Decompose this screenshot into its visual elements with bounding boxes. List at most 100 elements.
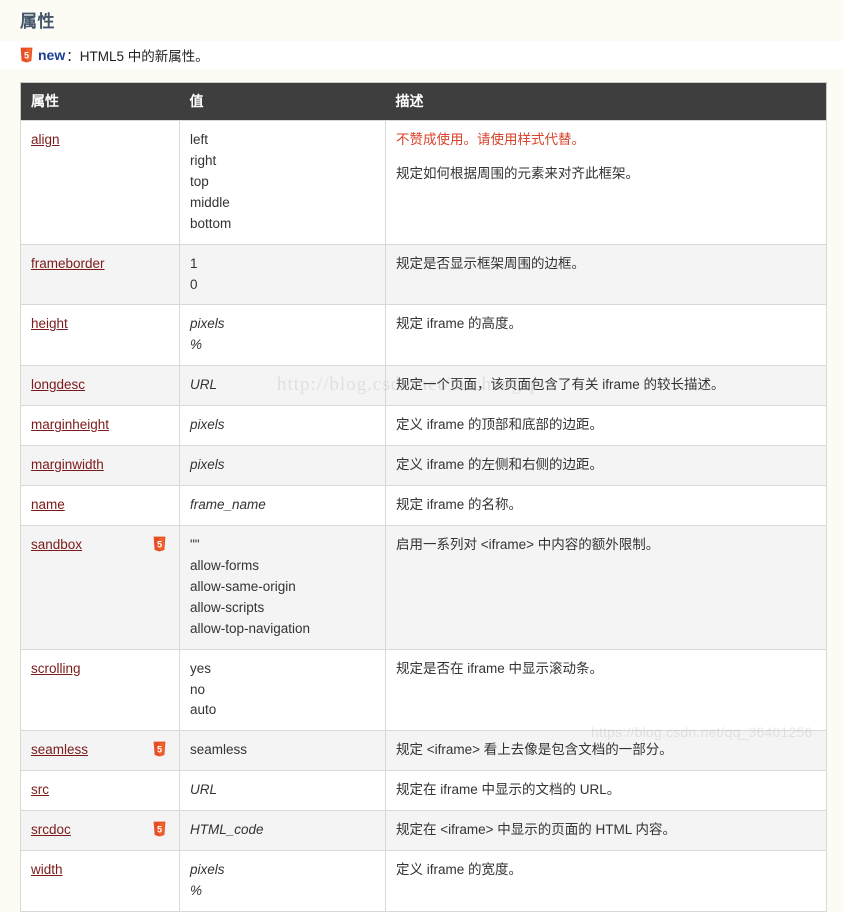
description-text: 定义 iframe 的左侧和右侧的边距。 [396,457,604,473]
table-row: srcdoc 5 HTML_code 规定在 <iframe> 中显示的页面的 HTM… [20,810,827,852]
svg-text:5: 5 [157,745,162,755]
description-cell: 规定一个页面，该页面包含了有关 iframe 的较长描述。 [385,365,827,407]
description-cell: 规定在 <iframe> 中显示的页面的 HTML 内容。 [385,810,827,852]
value-text: yes no auto [190,660,217,718]
value-text: seamless [190,742,248,758]
svg-text:5: 5 [157,825,162,835]
description-text: 规定 iframe 的高度。 [396,316,523,332]
attribute-cell: marginwidth [20,445,180,487]
value-cell: pixels % [179,304,386,367]
attribute-cell: marginheight [20,405,180,447]
value-text: URL [190,782,218,798]
attribute-link-height[interactable]: height [31,316,68,331]
table-header-row: 属性 值 描述 [20,82,827,121]
description-cell: 规定 <iframe> 看上去像是包含文档的一部分。 [385,730,827,772]
value-cell: seamless [179,730,386,772]
attribute-cell: align [20,120,180,245]
deprecated-notice: 不赞成使用。请使用样式代替。 [396,132,585,147]
value-text: "" allow-forms allow-same-origin allow-s… [190,536,311,636]
description-cell: 规定是否在 iframe 中显示滚动条。 [385,648,827,732]
value-cell: pixels [179,405,386,447]
description-cell: 启用一系列对 <iframe> 中内容的额外限制。 [385,524,827,650]
column-header-value: 值 [179,82,386,121]
attribute-cell: height [20,304,180,367]
svg-text:5: 5 [157,539,162,549]
attributes-table-container: 属性 值 描述 align left right top middle botto… [20,82,827,912]
attribute-link-marginwidth[interactable]: marginwidth [31,457,104,472]
table-row: sandbox 5 "" allow-forms allow-same-origin… [20,524,827,650]
table-row: marginheight pixels 定义 iframe 的顶部和底部的边距。 [20,405,827,447]
description-text: 规定是否在 iframe 中显示滚动条。 [396,660,604,676]
attribute-cell: longdesc [20,365,180,407]
value-cell: URL [179,770,386,812]
description-cell: 定义 iframe 的左侧和右侧的边距。 [385,445,827,487]
value-text: HTML_code [190,822,264,838]
value-cell: HTML_code [179,810,386,852]
value-text: left right top middle bottom [190,132,232,231]
page-title: 属性 [20,12,55,31]
attribute-link-sandbox[interactable]: sandbox [31,537,82,552]
description-text: 定义 iframe 的顶部和底部的边距。 [396,417,604,433]
attribute-link-seamless[interactable]: seamless [31,742,88,757]
attribute-link-scrolling[interactable]: scrolling [31,661,81,676]
table-row: frameborder 1 0 规定是否显示框架周围的边框。 [20,243,827,306]
description-text: 规定 <iframe> 看上去像是包含文档的一部分。 [396,742,673,758]
column-header-attribute: 属性 [20,82,180,121]
attribute-cell: src [20,770,180,812]
value-text: 1 0 [190,255,198,292]
value-cell: 1 0 [179,243,386,306]
description-text: 定义 iframe 的宽度。 [396,862,523,878]
description-cell: 定义 iframe 的顶部和底部的边距。 [385,405,827,447]
description-cell: 规定是否显示框架周围的边框。 [385,243,827,306]
html5-badge-icon: 5 [153,741,166,757]
description-cell: 不赞成使用。请使用样式代替。规定如何根据周围的元素来对齐此框架。 [385,120,827,245]
table-row: longdesc URL 规定一个页面，该页面包含了有关 iframe 的较长描述。 [20,365,827,407]
attribute-link-frameborder[interactable]: frameborder [31,256,105,271]
attribute-link-align[interactable]: align [31,132,60,147]
attribute-cell: frameborder [20,243,180,306]
html5-new-note: 5 new ：HTML5 中的新属性。 [0,41,844,69]
attribute-link-marginheight[interactable]: marginheight [31,417,109,432]
value-text: pixels [190,417,225,433]
attribute-link-width[interactable]: width [31,862,63,877]
attribute-link-src[interactable]: src [31,782,49,797]
html5-badge-icon: 5 [20,47,33,63]
description-text: 规定在 <iframe> 中显示的页面的 HTML 内容。 [396,822,677,838]
table-row: src URL 规定在 iframe 中显示的文档的 URL。 [20,770,827,812]
attribute-link-srcdoc[interactable]: srcdoc [31,822,71,837]
note-new-label: new [38,47,66,63]
value-cell: yes no auto [179,648,386,732]
attribute-link-name[interactable]: name [31,497,65,512]
value-cell: URL [179,365,386,407]
value-text: pixels [190,457,225,473]
table-row: align left right top middle bottom 不赞成使用。请… [20,120,827,245]
value-text: frame_name [190,497,266,513]
description-cell: 规定 iframe 的高度。 [385,304,827,367]
value-cell: pixels [179,445,386,487]
value-cell: "" allow-forms allow-same-origin allow-s… [179,524,386,650]
html5-badge-icon: 5 [153,536,166,552]
attribute-cell: scrolling [20,648,180,732]
table-header: 属性 值 描述 [20,82,827,121]
value-cell: pixels % [179,850,386,912]
attribute-cell: seamless 5 [20,730,180,772]
table-row: name frame_name 规定 iframe 的名称。 [20,485,827,526]
attribute-cell: name [20,485,180,526]
attribute-link-longdesc[interactable]: longdesc [31,377,85,392]
table-body: align left right top middle bottom 不赞成使用。请… [20,120,827,912]
value-cell: frame_name [179,485,386,526]
table-row: marginwidth pixels 定义 iframe 的左侧和右侧的边距。 [20,445,827,487]
description-cell: 定义 iframe 的宽度。 [385,850,827,912]
description-text: 规定如何根据周围的元素来对齐此框架。 [396,165,639,181]
attribute-cell: sandbox 5 [20,524,180,650]
value-text: pixels % [190,862,225,899]
note-description: ：HTML5 中的新属性。 [66,49,209,64]
description-text: 规定 iframe 的名称。 [396,497,523,513]
description-text: 规定在 iframe 中显示的文档的 URL。 [396,782,621,798]
column-header-description: 描述 [385,82,827,121]
description-cell: 规定在 iframe 中显示的文档的 URL。 [385,770,827,812]
description-cell: 规定 iframe 的名称。 [385,485,827,526]
value-text: URL [190,377,218,393]
description-text: 规定一个页面，该页面包含了有关 iframe 的较长描述。 [396,377,725,393]
value-cell: left right top middle bottom [179,120,386,245]
